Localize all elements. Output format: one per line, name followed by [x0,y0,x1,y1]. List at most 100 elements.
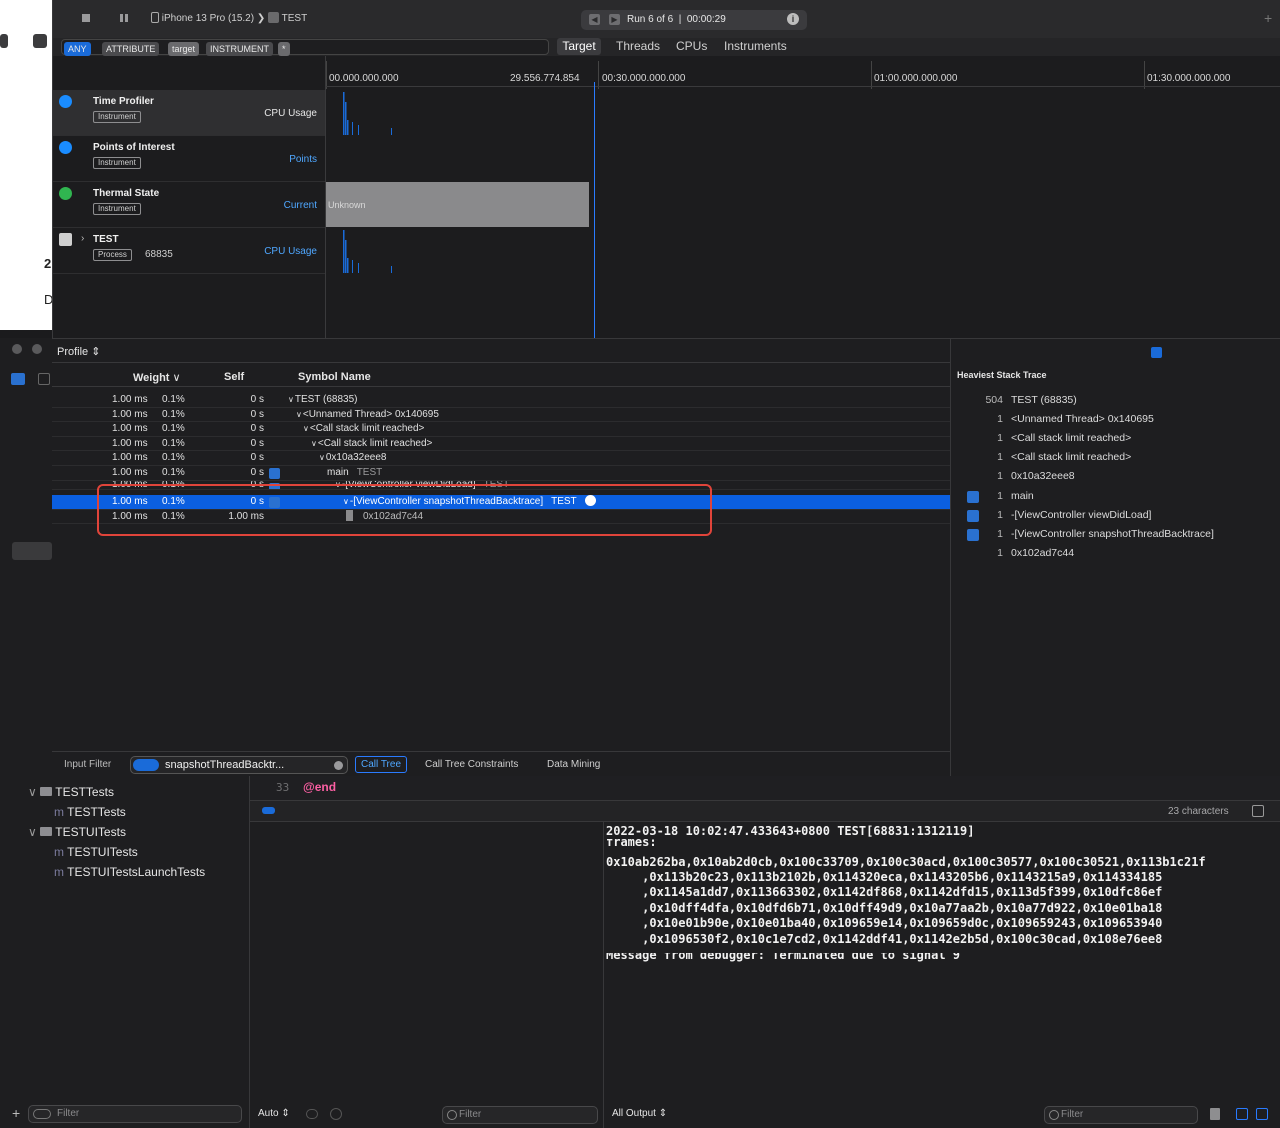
row-self: 0 s [250,408,264,420]
info-icon[interactable] [330,1108,342,1120]
filter-placeholder: Filter [1061,1109,1084,1120]
disclosure-chevron-icon[interactable]: › [81,233,84,244]
extended-detail-icon[interactable] [1151,347,1162,358]
track-detail[interactable]: Current [284,200,317,211]
symbol-name: <Call stack limit reached> [317,437,433,449]
debug-bar: 23 characters [250,800,1280,822]
stack-frame[interactable]: 1 <Unnamed Thread> 0x140695 [951,410,1280,429]
track-detail[interactable]: CPU Usage [264,246,317,257]
nav-file-testuitests[interactable]: m TESTUITests [54,845,138,859]
filter-token-attribute[interactable]: ATTRIBUTE [102,42,160,56]
track-filter-field[interactable]: ANY ATTRIBUTE target INSTRUMENT * [61,39,549,56]
filter-token-instrument[interactable]: INSTRUMENT [206,42,273,56]
console-output[interactable]: 2022-03-18 10:02:47.433643+0800 TEST[688… [604,822,1280,982]
symbol-name: main [327,467,349,478]
filter-token-target[interactable]: target [168,42,200,56]
stack-frame[interactable]: 1 0x10a32eee8 [951,467,1280,486]
disclosure-chevron-icon[interactable]: ∨ [319,453,325,462]
disclosure-chevron-icon[interactable]: ∨ [303,424,309,433]
filter-placeholder: Filter [459,1109,482,1120]
stack-frame[interactable]: 1 -[ViewController snapshotThreadBacktrac… [951,525,1280,544]
split-left-icon[interactable] [1236,1108,1248,1120]
weight-column-header[interactable]: Weight ∨ [133,371,181,384]
segment-instruments[interactable]: Instruments [724,38,787,55]
trash-icon[interactable] [1210,1108,1220,1120]
close-icon[interactable] [38,373,50,385]
track-process[interactable]: › TEST Process 68835 CPU Usage [53,228,325,274]
disclosure-chevron-icon[interactable]: ∨ [311,439,317,448]
run-selector[interactable]: ◀ ▶ Run 6 of 6 | 00:00:29 i [581,10,807,30]
frame-count: 1 [997,432,1003,445]
navigator-filter-field[interactable]: Filter [28,1105,242,1123]
call-tree-constraints-button[interactable]: Call Tree Constraints [425,759,518,770]
folder-icon [40,787,53,796]
folder-icon[interactable] [11,373,25,385]
playhead[interactable] [594,82,595,338]
stop-button[interactable] [79,11,93,25]
call-tree-row[interactable]: 1.00 ms 0.1% 0 s ∨0x10a32eee8 [52,451,950,466]
track-detail[interactable]: CPU Usage [264,108,317,119]
segment-target[interactable]: Target [557,38,601,55]
previous-run-button[interactable]: ◀ [589,14,600,25]
call-tree-row[interactable]: 1.00 ms 0.1% 0 s main TEST [52,466,950,481]
pause-button[interactable] [117,11,131,25]
track-detail[interactable]: Points [289,154,317,165]
stack-frame[interactable]: 1 <Call stack limit reached> [951,448,1280,467]
track-time-profiler[interactable]: Time Profiler Instrument CPU Usage [53,90,325,136]
segment-cpus[interactable]: CPUs [676,38,707,55]
stack-frame[interactable]: 1 <Call stack limit reached> [951,429,1280,448]
nav-group-testuitests[interactable]: ∨ TESTUITests [28,825,126,839]
next-run-button[interactable]: ▶ [609,14,620,25]
info-icon[interactable]: i [787,13,799,25]
symbol-column-header[interactable]: Symbol Name [298,371,371,383]
breakpoints-toggle-icon[interactable] [262,807,275,814]
user-code-icon [269,468,280,479]
nav-file-testtests[interactable]: m TESTTests [54,805,126,819]
split-right-icon[interactable] [1256,1108,1268,1120]
filter-token-wildcard[interactable]: * [278,42,290,56]
disclosure-chevron-icon[interactable]: ∨ [296,410,302,419]
variables-filter-field[interactable]: Filter [442,1106,598,1124]
panel-toggle-icon[interactable] [1252,805,1264,817]
row-symbol: ∨<Call stack limit reached> [303,422,424,437]
track-thermal-state[interactable]: Thermal State Instrument Current [53,182,325,228]
disclosure-chevron-icon[interactable]: ∨ [288,395,294,404]
stack-frame[interactable]: 504 TEST (68835) [951,391,1280,410]
stack-frame[interactable]: 1 0x102ad7c44 [951,544,1280,563]
call-tree-row[interactable]: 1.00 ms 0.1% 0 s ∨<Call stack limit reached… [52,422,950,437]
data-mining-button[interactable]: Data Mining [547,759,600,770]
call-tree-row[interactable]: 1.00 ms 0.1% 0 s ∨<Unnamed Thread> 0x140695 [52,408,950,423]
profile-selector[interactable]: Profile ⇕ [57,345,100,358]
auto-selector[interactable]: Auto ⇕ [258,1108,290,1119]
points-of-interest-icon [59,141,72,154]
self-column-header[interactable]: Self [224,371,244,383]
filter-token-any[interactable]: ANY [64,42,91,56]
clear-filter-icon[interactable] [334,761,343,770]
console-frames-line: ,0x10dff4dfa,0x10dfd6b71,0x10dff49d9,0x1… [606,901,1163,915]
window-minimize-control[interactable] [32,344,42,354]
console-frames-line: ,0x1096530f2,0x10c1e7cd2,0x1142ddf41,0x1… [606,932,1163,946]
device-selector[interactable]: iPhone 13 Pro (15.2) ❯ TEST [151,12,307,24]
app-icon [268,12,280,23]
add-icon[interactable]: + [1264,10,1272,26]
code-line[interactable]: @end [303,780,336,794]
call-tree-row[interactable]: 1.00 ms 0.1% 0 s ∨TEST (68835) [52,393,950,408]
stack-frame[interactable]: 1 -[ViewController viewDidLoad] [951,506,1280,525]
output-selector[interactable]: All Output ⇕ [612,1108,667,1119]
nav-group-testtests[interactable]: ∨ TESTTests [28,785,114,799]
filter-options-icon[interactable] [133,759,159,771]
call-tree-button[interactable]: Call Tree [355,756,408,773]
call-tree-row[interactable]: 1.00 ms 0.1% 0 s ∨<Call stack limit reached… [52,437,950,452]
console-frames-line: ,0x1145a1dd7,0x113663302,0x1142df868,0x1… [606,885,1163,899]
stack-frame[interactable]: 1 main [951,487,1280,506]
console-filter-field[interactable]: Filter [1044,1106,1198,1124]
eye-icon[interactable] [306,1109,318,1119]
row-percent: 0.1% [162,437,185,449]
call-tree-rows: 1.00 ms 0.1% 0 s ∨TEST (68835) 1.00 ms 0.1% 0 … [52,393,950,693]
track-points-of-interest[interactable]: Points of Interest Instrument Points [53,136,325,182]
add-icon[interactable]: + [12,1105,20,1121]
nav-file-testuitestslaunchtests[interactable]: m TESTUITestsLaunchTests [54,865,205,879]
window-close-control[interactable] [12,344,22,354]
segment-threads[interactable]: Threads [616,38,660,55]
call-tree-filter-field[interactable]: snapshotThreadBacktr... [130,756,348,774]
